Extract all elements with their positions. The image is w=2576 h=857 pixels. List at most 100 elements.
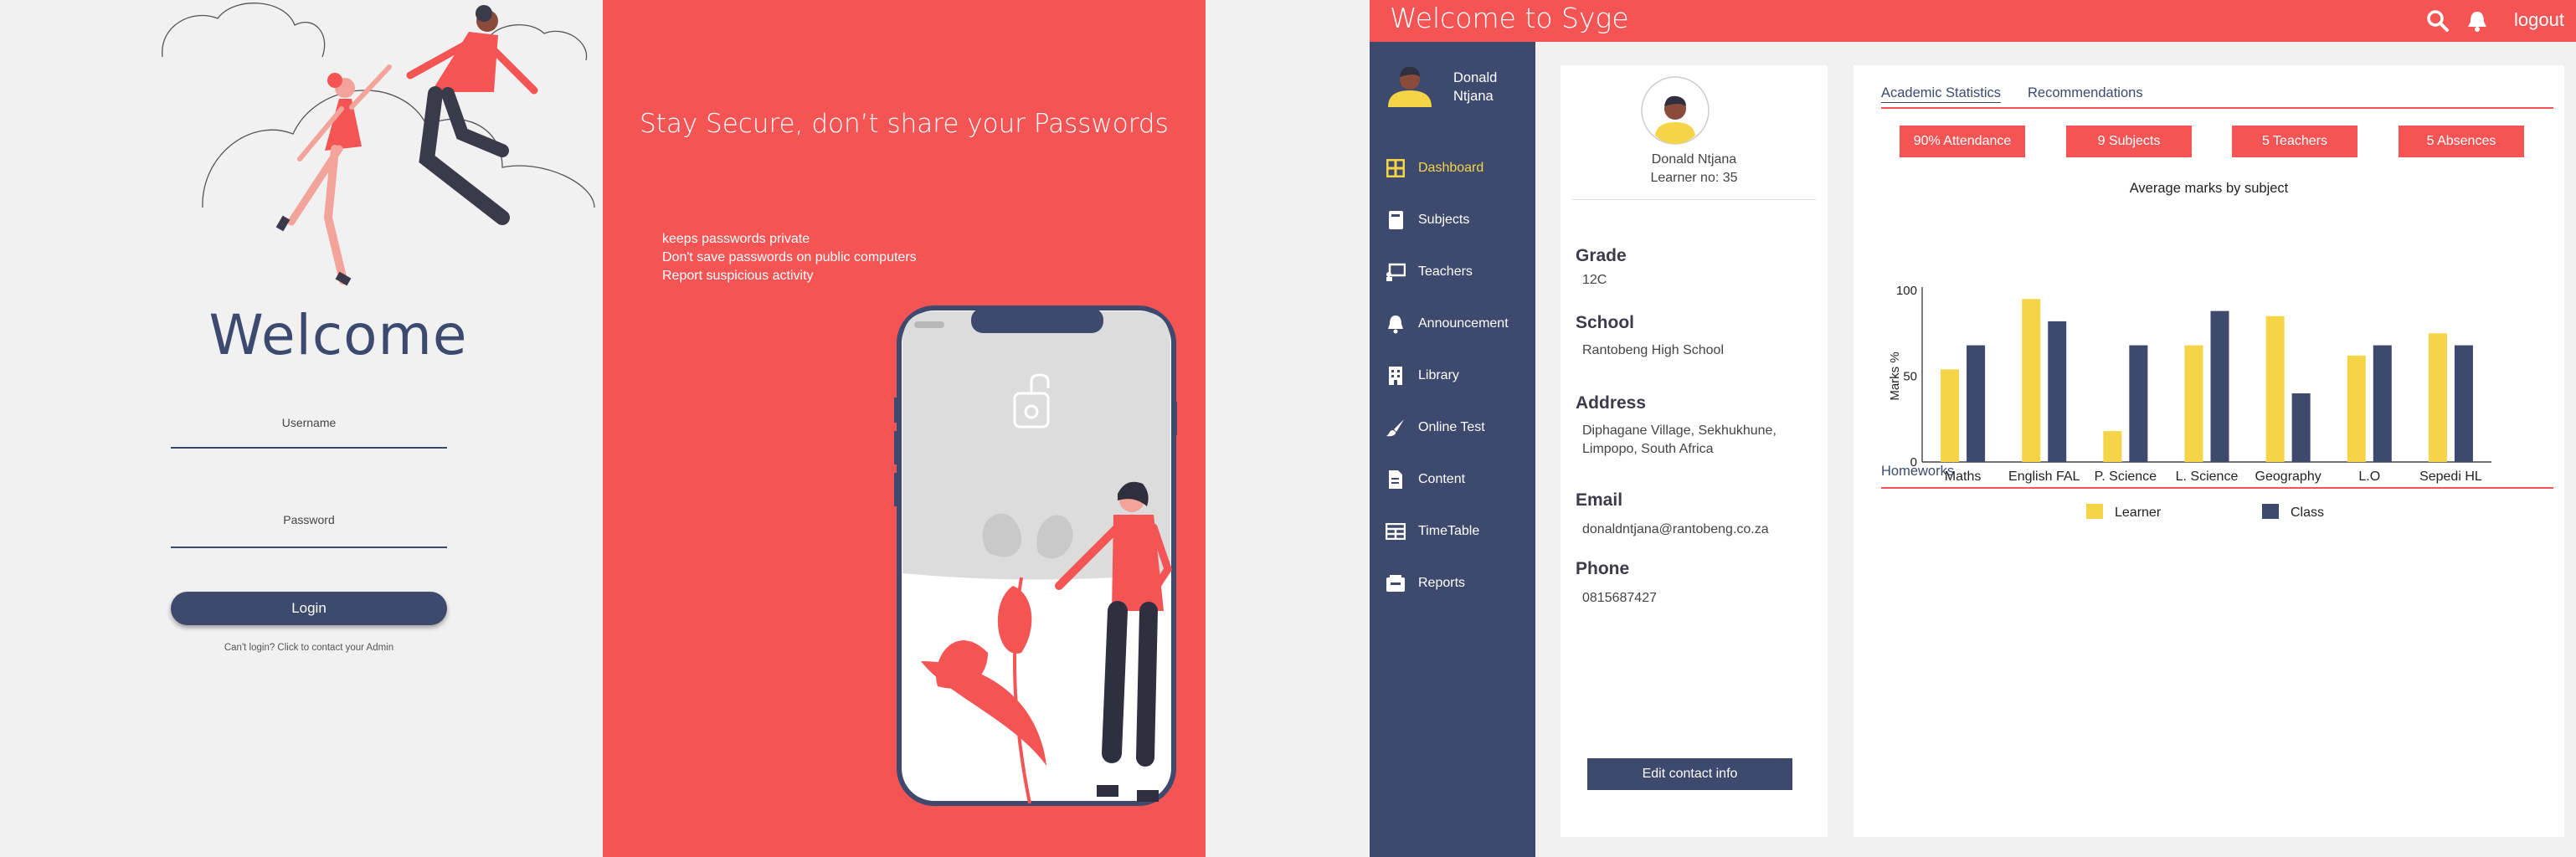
jumping-couple-illustration xyxy=(162,3,595,286)
chart-bar xyxy=(2265,316,2285,462)
sidebar-item-timetable[interactable]: TimeTable xyxy=(1385,517,1535,546)
x-tick-label: Sepedi HL xyxy=(2419,470,2482,484)
address-line-2: Limpopo, South Africa xyxy=(1582,442,1714,456)
sidebar-item-reports[interactable]: Reports xyxy=(1385,569,1535,598)
table-icon xyxy=(1385,521,1406,542)
sidebar-item-label: Subjects xyxy=(1418,213,1470,227)
sidebar-item-library[interactable]: Library xyxy=(1385,362,1535,390)
tab-recommendations[interactable]: Recommendations xyxy=(2028,85,2143,101)
school-label: School xyxy=(1576,313,1635,332)
absences-badge: 5 Absences xyxy=(2399,126,2524,157)
sidebar-item-label: TimeTable xyxy=(1418,524,1480,538)
phone-label: Phone xyxy=(1576,559,1630,578)
chart-bar xyxy=(2428,333,2447,462)
sidebar-item-announcement[interactable]: Announcement xyxy=(1385,310,1535,338)
address-label: Address xyxy=(1576,393,1647,413)
chart-bar xyxy=(2184,345,2203,462)
chart-bar xyxy=(2103,431,2122,462)
security-heading: Stay Secure, don’t share your Passwords xyxy=(640,109,1169,139)
chart-bar xyxy=(2373,345,2392,462)
sidebar-item-online-test[interactable]: Online Test xyxy=(1385,413,1535,442)
legend-swatch xyxy=(2086,504,2103,519)
legend-label: Class xyxy=(2291,505,2324,520)
x-tick-label: P. Science xyxy=(2095,470,2157,484)
legend-swatch xyxy=(2262,504,2279,519)
address-line-1: Diphagane Village, Sekhukhune, xyxy=(1582,423,1776,438)
chart-bar xyxy=(2454,345,2473,462)
password-input[interactable] xyxy=(171,547,447,548)
user-name[interactable]: Donald Ntjana xyxy=(1453,69,1529,105)
grid-icon xyxy=(1385,157,1406,179)
sidebar-item-label: Teachers xyxy=(1418,264,1473,279)
attendance-badge: 90% Attendance xyxy=(1900,126,2025,157)
sidebar-item-label: Dashboard xyxy=(1418,161,1484,175)
marks-bar-chart: 050100Marks %Maths English FAL P. Science L… xyxy=(1888,284,2491,520)
subjects-badge: 9 Subjects xyxy=(2066,126,2192,157)
chart-bar xyxy=(2210,310,2229,462)
bell-icon[interactable] xyxy=(2466,9,2488,33)
homeworks-heading[interactable]: Homeworks xyxy=(1881,464,1954,480)
list-item: Report suspicious activity xyxy=(662,269,814,283)
sidebar-item-label: Library xyxy=(1418,368,1459,382)
logout-link[interactable]: logout xyxy=(2514,9,2564,31)
chart-bar xyxy=(2347,355,2366,462)
list-item: keeps passwords private xyxy=(662,232,810,246)
chart-bar xyxy=(2022,299,2041,462)
profile-avatar xyxy=(1641,76,1710,145)
chart-bar xyxy=(2129,345,2148,462)
y-tick-label: 50 xyxy=(1903,370,1917,384)
teachers-badge: 5 Teachers xyxy=(2232,126,2357,157)
statistics-card: Academic Statistics Recommendations 90% … xyxy=(1854,65,2564,837)
learner-number: Learner no: 35 xyxy=(1650,171,1738,185)
app-title: Welcome to Syge xyxy=(1390,2,1629,34)
sidebar-item-label: Reports xyxy=(1418,576,1466,590)
grade-label: Grade xyxy=(1576,246,1627,265)
presentation-icon xyxy=(1385,261,1406,283)
x-tick-label: L. Science xyxy=(2176,470,2239,484)
profile-card: Donald Ntjana Learner no: 35 Grade 12C S… xyxy=(1561,65,1828,837)
sidebar: Donald Ntjana Dashboard Subjects Teacher… xyxy=(1370,42,1535,857)
sidebar-item-label: Content xyxy=(1418,472,1466,486)
list-item: Don't save passwords on public computers xyxy=(662,250,917,264)
legend-label: Learner xyxy=(2115,505,2162,520)
sidebar-item-label: Announcement xyxy=(1418,316,1509,331)
phone-value: 0815687427 xyxy=(1582,591,1657,605)
edit-contact-button[interactable]: Edit contact info xyxy=(1587,758,1792,790)
sidebar-item-teachers[interactable]: Teachers xyxy=(1385,258,1535,286)
x-tick-label: Geography xyxy=(2255,470,2321,484)
top-bar: Welcome to Syge logout xyxy=(1370,0,2576,42)
homeworks-divider xyxy=(1881,487,2553,489)
welcome-title: Welcome xyxy=(208,303,468,367)
contact-admin-link[interactable]: Can't login? Click to contact your Admin xyxy=(171,643,447,653)
inbox-icon xyxy=(1385,572,1406,594)
email-label: Email xyxy=(1576,490,1623,510)
x-tick-label: English FAL xyxy=(2008,470,2080,484)
chart-bar xyxy=(1967,345,1986,462)
username-input[interactable] xyxy=(171,447,447,449)
y-tick-label: 100 xyxy=(1896,284,1917,298)
document-icon xyxy=(1385,469,1406,490)
security-tips-panel: Stay Secure, don’t share your Passwords … xyxy=(603,0,1206,857)
password-label: Password xyxy=(283,513,335,526)
profile-name: Donald Ntjana xyxy=(1651,152,1737,167)
brush-icon xyxy=(1385,417,1406,439)
chart-title: Average marks by subject xyxy=(2129,181,2289,196)
sidebar-item-dashboard[interactable]: Dashboard xyxy=(1385,154,1535,182)
sidebar-item-label: Online Test xyxy=(1418,420,1485,434)
book-icon xyxy=(1385,209,1406,231)
school-value: Rantobeng High School xyxy=(1582,343,1725,357)
search-icon[interactable] xyxy=(2426,9,2450,33)
avatar[interactable] xyxy=(1383,57,1437,110)
grade-value: 12C xyxy=(1582,273,1607,287)
tab-academic-statistics[interactable]: Academic Statistics xyxy=(1881,85,2002,103)
chart-bar xyxy=(1941,369,1960,462)
sidebar-item-content[interactable]: Content xyxy=(1385,465,1535,494)
y-axis-label: Marks % xyxy=(1888,352,1902,400)
divider xyxy=(1572,199,1816,200)
username-label: Username xyxy=(281,416,337,429)
security-tips-list: keeps passwords private Don't save passw… xyxy=(662,230,917,285)
email-value: donaldntjana@rantobeng.co.za xyxy=(1582,522,1769,536)
bell-icon xyxy=(1385,313,1406,335)
login-button[interactable]: Login xyxy=(171,592,447,625)
sidebar-item-subjects[interactable]: Subjects xyxy=(1385,206,1535,234)
